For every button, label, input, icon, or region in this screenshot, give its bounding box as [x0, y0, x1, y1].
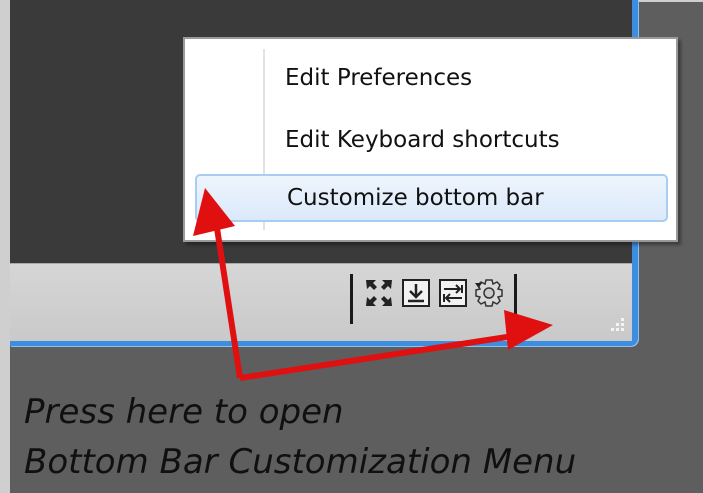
annotation-caption-line1: Press here to open — [24, 392, 344, 432]
annotation-caption-line2: Bottom Bar Customization Menu — [24, 442, 577, 482]
arrow-head-gear — [504, 310, 553, 350]
arrow-head-menu — [193, 188, 235, 236]
